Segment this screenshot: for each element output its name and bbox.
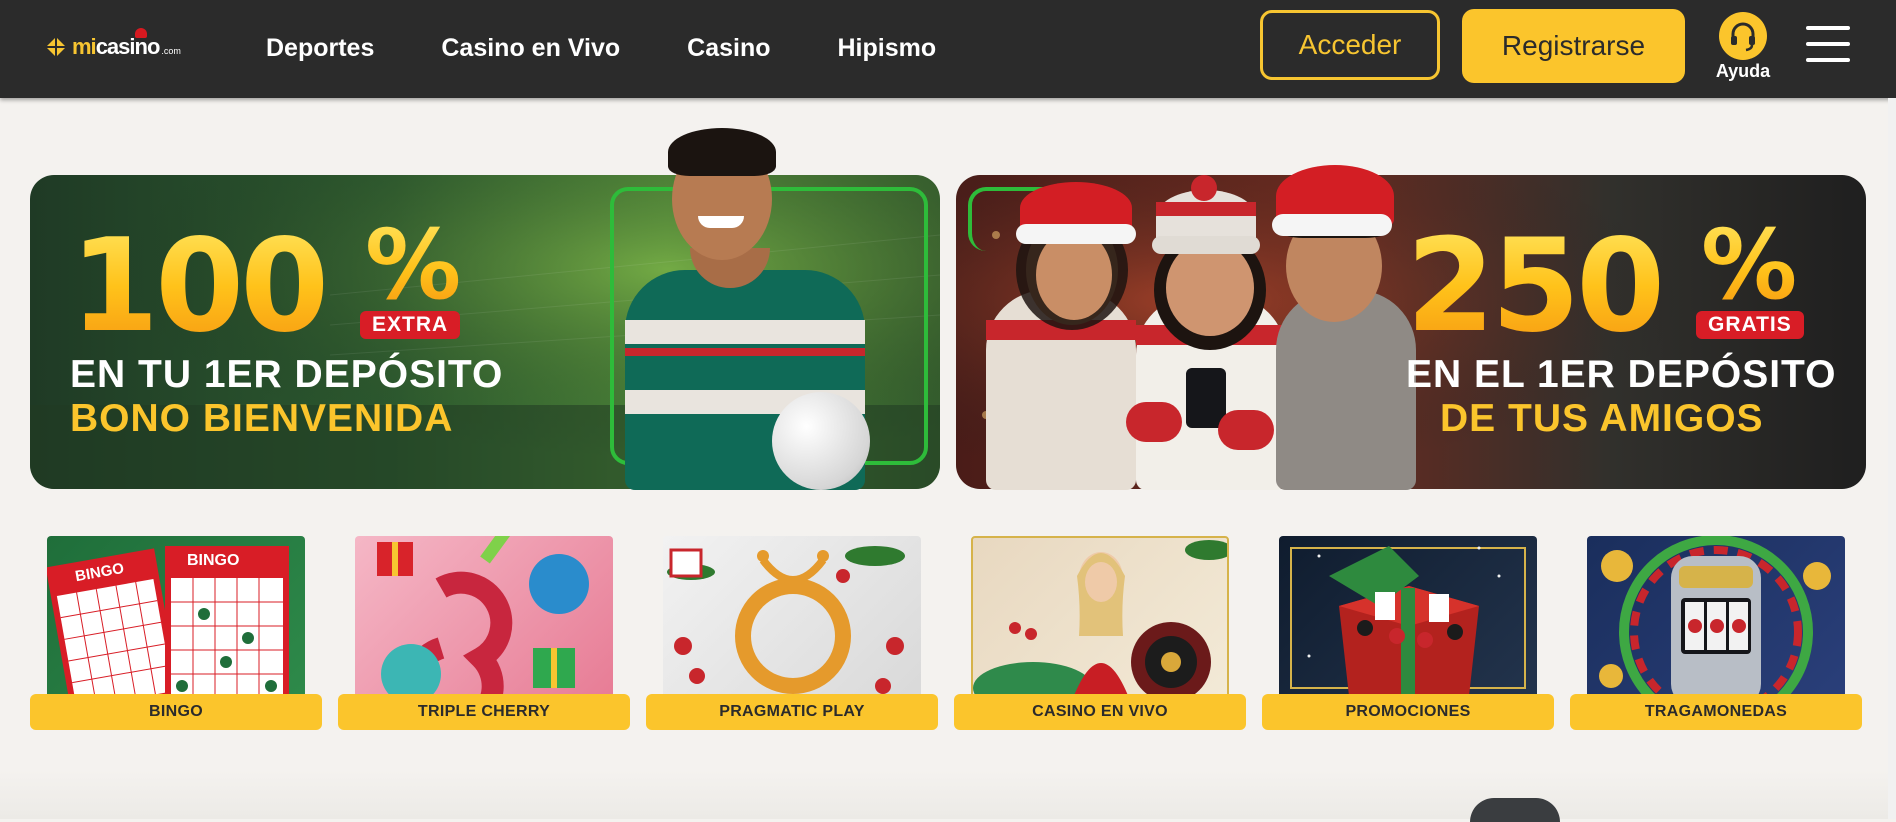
micasino-logo-icon xyxy=(44,35,68,59)
category-label: PRAGMATIC PLAY xyxy=(646,694,938,730)
bonus-line-1: EN TU 1ER DEPÓSITO xyxy=(70,353,504,396)
category-label: BINGO xyxy=(30,694,322,730)
register-button[interactable]: Registrarse xyxy=(1462,9,1685,83)
slot-machine-image xyxy=(1587,536,1845,700)
nav-casino-en-vivo[interactable]: Casino en Vivo xyxy=(441,34,620,63)
bonus-line-1: EN EL 1ER DEPÓSITO xyxy=(1406,353,1837,396)
bingo-card-title: BINGO xyxy=(187,552,240,569)
refer-friends-banner[interactable]: 250 % GRATIS EN EL 1ER DEPÓSITO DE TUS A… xyxy=(956,165,1866,490)
pragmatic-play-image xyxy=(663,536,921,700)
percent-sign: % xyxy=(365,209,462,321)
category-label: TRAGAMONEDAS xyxy=(1570,694,1862,730)
top-navbar: micasino .com Deportes Casino en Vivo Cas… xyxy=(0,0,1896,98)
nav-hipismo[interactable]: Hipismo xyxy=(838,34,937,63)
headset-icon xyxy=(1719,12,1767,60)
category-label: PROMOCIONES xyxy=(1262,694,1554,730)
category-tragamonedas[interactable]: TRAGAMONEDAS xyxy=(1570,530,1862,730)
man-with-ball-image xyxy=(590,120,910,490)
logo-wordmark: micasino .com xyxy=(72,28,181,60)
bonus-line-2: BONO BIENVENIDA xyxy=(70,397,454,440)
help-button[interactable]: Ayuda xyxy=(1712,12,1774,82)
bonus-line-2: DE TUS AMIGOS xyxy=(1440,397,1764,440)
category-label: CASINO EN VIVO xyxy=(954,694,1246,730)
extra-tag: EXTRA xyxy=(360,311,461,339)
category-casino-en-vivo[interactable]: CASINO EN VIVO xyxy=(954,530,1246,730)
nav-deportes[interactable]: Deportes xyxy=(266,34,374,63)
bonus-percentage: 250 xyxy=(1406,212,1665,361)
category-triple-cherry[interactable]: TRIPLE CHERRY xyxy=(338,530,630,730)
gift-box-image xyxy=(1279,536,1537,700)
partial-image-hint xyxy=(1470,798,1560,822)
gratis-tag: GRATIS xyxy=(1696,311,1804,339)
micasino-logo[interactable]: micasino .com xyxy=(44,28,181,60)
page-bottom-fade xyxy=(0,770,1896,819)
category-bingo[interactable]: BINGO BINGO BINGO xyxy=(30,530,322,730)
bingo-card-image: BINGO BINGO xyxy=(47,536,305,700)
login-button[interactable]: Acceder xyxy=(1260,10,1440,80)
percent-sign: % xyxy=(1701,209,1798,321)
bonus-percentage: 100 xyxy=(70,212,329,361)
nav-casino[interactable]: Casino xyxy=(687,34,770,63)
friends-with-phone-image xyxy=(986,120,1416,490)
category-pragmatic-play[interactable]: PRAGMATIC PLAY xyxy=(646,530,938,730)
category-label: TRIPLE CHERRY xyxy=(338,694,630,730)
help-label: Ayuda xyxy=(1715,61,1771,81)
category-promociones[interactable]: PROMOCIONES xyxy=(1262,530,1554,730)
triple-cherry-image xyxy=(355,536,613,700)
main-nav: Deportes Casino en Vivo Casino Hipismo xyxy=(266,0,1003,96)
welcome-bonus-banner[interactable]: 100 % EXTRA EN TU 1ER DEPÓSITO BONO BIEN… xyxy=(30,128,940,490)
vertical-scrollbar[interactable] xyxy=(1888,98,1896,819)
hamburger-menu-icon[interactable] xyxy=(1806,26,1850,66)
live-dealer-image xyxy=(971,536,1229,700)
